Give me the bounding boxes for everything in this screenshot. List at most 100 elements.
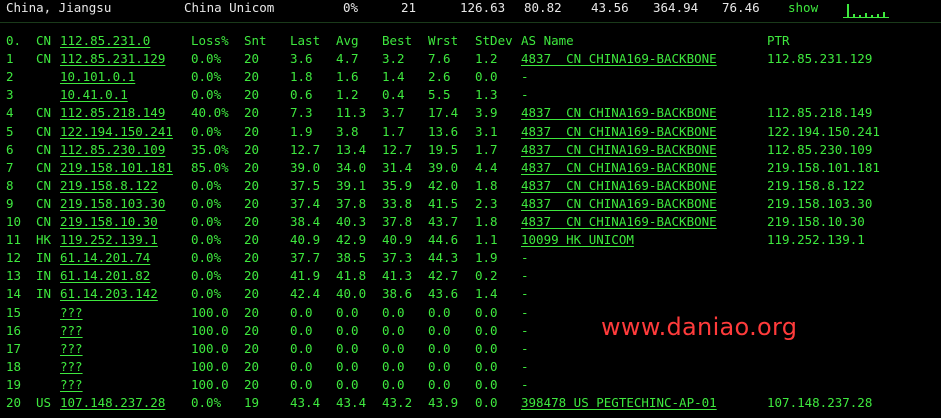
as-name[interactable]: 10099 HK UNICOM (521, 232, 634, 247)
stdev-value: 1.8 (475, 214, 498, 229)
as-name[interactable]: 4837 CN CHINA169-BACKBONE (521, 178, 717, 193)
avg-value: 4.7 (336, 51, 359, 67)
sent-value: 20 (244, 141, 260, 157)
stdev-value: 1.4 (475, 286, 498, 302)
sent-value: 20 (244, 268, 260, 284)
avg-value: 34.0 (336, 159, 367, 175)
table-row: 6 CN 112.85.230.109 35.0% 20 12.7 13.4 12.7 19.5… (0, 142, 941, 160)
country-code: CN (36, 195, 52, 211)
stdev-value: 3.1 (475, 123, 498, 139)
as-name[interactable]: 4837 CN CHINA169-BACKBONE (521, 214, 717, 229)
best-value: 0.0 (382, 358, 405, 374)
as-name: - (521, 87, 529, 103)
latency-sparkline-icon (843, 2, 889, 18)
host-address[interactable]: 61.14.203.142 (60, 286, 158, 301)
host-address[interactable]: 10.101.0.1 (60, 69, 135, 84)
as-name[interactable]: 4837 CN CHINA169-BACKBONE (521, 142, 717, 157)
country-code: CN (36, 141, 52, 157)
country-code: US (36, 395, 52, 410)
ptr-value: 122.194.150.241 (767, 123, 880, 139)
ptr-value: 219.158.8.122 (767, 177, 865, 193)
sent-value: 20 (244, 69, 260, 85)
table-row: 7 CN 219.158.101.181 85.0% 20 39.0 34.0 31.4 39.… (0, 160, 941, 178)
hop-number: 19 (6, 376, 22, 392)
as-name[interactable]: 4837 CN CHINA169-BACKBONE (521, 160, 717, 175)
as-name[interactable]: 4837 CN CHINA169-BACKBONE (521, 105, 717, 120)
show-link[interactable]: show (788, 0, 818, 15)
last-value: 12.7 (290, 141, 321, 157)
table-row: 3 10.41.0.1 0.0% 20 0.6 1.2 0.4 5.5 1.3 - (0, 87, 941, 105)
host-address[interactable]: ??? (60, 323, 83, 338)
stdev-value: 2.3 (475, 195, 498, 211)
host-address[interactable]: 219.158.8.122 (60, 178, 158, 193)
stdev-value: 0.0 (475, 304, 498, 320)
avg-value: 0.0 (336, 358, 359, 374)
as-name[interactable]: 4837 CN CHINA169-BACKBONE (521, 51, 717, 66)
host-address[interactable]: ??? (60, 341, 83, 356)
stdev-value: 0.0 (475, 376, 498, 392)
loss-value: 0.0% (191, 395, 222, 410)
table-row: 16??? 100.0 20 0.0 0.0 0.0 0.0 0.0 - (0, 323, 941, 341)
header-host-address[interactable]: 112.85.231.0 (60, 33, 150, 48)
hop-number: 12 (6, 250, 22, 266)
ptr-value: 219.158.10.30 (767, 214, 865, 229)
as-name: - (521, 286, 529, 302)
loss-value: 0.0% (191, 268, 222, 284)
avg-value: 1.2 (336, 87, 359, 103)
best-value: 31.4 (382, 159, 413, 175)
best-value: 43.2 (382, 395, 413, 410)
worst-value: 44.3 (428, 250, 459, 266)
worst-value: 17.4 (428, 105, 459, 121)
last-value: 1.8 (290, 69, 313, 85)
host-address[interactable]: ??? (60, 359, 83, 374)
as-name: - (521, 250, 529, 266)
as-name[interactable]: 398478 US PEGTECHINC-AP-01 (521, 395, 717, 410)
host-address[interactable]: ??? (60, 305, 83, 320)
table-header: 0. CN 112.85.231.0 Loss% Snt Last Avg Best Wrst S… (0, 33, 941, 51)
table-row: 15??? 100.0 20 0.0 0.0 0.0 0.0 0.0 - (0, 305, 941, 323)
loss-value: 0.0% (191, 214, 222, 229)
as-name[interactable]: 4837 CN CHINA169-BACKBONE (521, 196, 717, 211)
loss-value: 0.0% (191, 87, 222, 103)
host-address[interactable]: 112.85.218.149 (60, 105, 165, 120)
sent-value: 20 (244, 250, 260, 266)
host-address[interactable]: ??? (60, 377, 83, 392)
sent-value: 20 (244, 105, 260, 121)
summary-sent: 21 (401, 0, 417, 15)
header-sent-value: Snt (244, 33, 267, 48)
loss-value: 100.0 (191, 322, 229, 338)
sent-value: 20 (244, 304, 260, 320)
host-address[interactable]: 10.41.0.1 (60, 87, 128, 102)
loss-value: 0.0% (191, 69, 222, 85)
host-address[interactable]: 219.158.103.30 (60, 196, 165, 211)
host-address[interactable]: 219.158.10.30 (60, 214, 158, 229)
last-value: 40.9 (290, 232, 321, 248)
host-address[interactable]: 112.85.230.109 (60, 142, 165, 157)
host-address[interactable]: 122.194.150.241 (60, 124, 173, 139)
host-address[interactable]: 61.14.201.82 (60, 268, 150, 283)
best-value: 3.2 (382, 51, 405, 67)
as-name: - (521, 304, 529, 320)
last-value: 0.0 (290, 304, 313, 320)
host-address[interactable]: 107.148.237.28 (60, 395, 165, 410)
worst-value: 19.5 (428, 141, 459, 157)
hop-number: 16 (6, 322, 22, 338)
best-value: 3.7 (382, 105, 405, 121)
ptr-value: 112.85.218.149 (767, 105, 873, 121)
table-row: 18??? 100.0 20 0.0 0.0 0.0 0.0 0.0 - (0, 359, 941, 377)
loss-value: 0.0% (191, 250, 222, 266)
worst-value: 0.0 (428, 340, 451, 356)
hop-number: 2 (6, 69, 14, 85)
host-address[interactable]: 119.252.139.1 (60, 232, 158, 247)
worst-value: 5.5 (428, 87, 451, 103)
sent-value: 20 (244, 195, 260, 211)
country-code: IN (36, 286, 52, 302)
host-address[interactable]: 61.14.201.74 (60, 250, 150, 265)
avg-value: 39.1 (336, 177, 367, 193)
table-row: 5 CN 122.194.150.241 0.0% 20 1.9 3.8 1.7 13.6 3.1… (0, 124, 941, 142)
host-address[interactable]: 112.85.231.129 (60, 51, 165, 66)
as-name[interactable]: 4837 CN CHINA169-BACKBONE (521, 124, 717, 139)
host-address[interactable]: 219.158.101.181 (60, 160, 173, 175)
as-name: - (521, 69, 529, 85)
header-ptr-value: PTR (767, 33, 790, 48)
